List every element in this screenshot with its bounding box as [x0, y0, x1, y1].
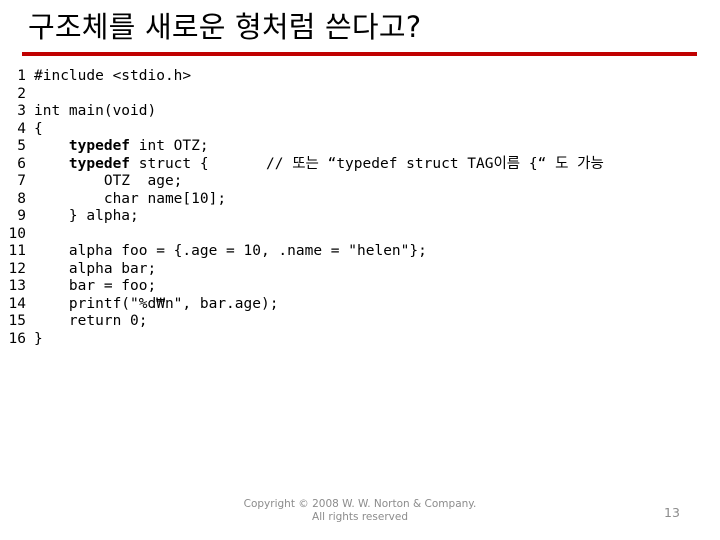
code-line: 6 typedef struct { // 또는 “typedef struct … — [0, 156, 720, 174]
code-line-text: char name[10]; — [34, 190, 227, 207]
footer-rights: All rights reserved — [312, 511, 408, 523]
code-line-number: 7 — [17, 173, 26, 189]
code-line-text: return 0; — [34, 313, 148, 329]
code-line-number: 12 — [8, 260, 26, 277]
code-line: 9 } alpha; — [0, 208, 720, 226]
code-line-remainder: int OTZ; — [130, 138, 209, 154]
code-line: 14 printf("%d₩n", bar.age); — [0, 296, 720, 314]
slide-canvas: 구조체를 새로운 형처럼 쓴다고? 1 #include <stdio.h> 2 3 i… — [0, 0, 720, 540]
code-line-number: 4 — [17, 120, 26, 137]
code-line: 16} — [0, 331, 720, 349]
code-line-number: 13 — [8, 278, 26, 294]
code-line-remainder: struct { — [130, 155, 209, 172]
code-line-number: 14 — [8, 295, 26, 312]
code-line-text: printf("%d₩n", bar.age); — [34, 295, 279, 312]
code-line: 1 #include <stdio.h> — [0, 68, 720, 86]
code-line: 5 typedef int OTZ; — [0, 138, 720, 156]
code-line: 11 alpha foo = {.age = 10, .name = "hele… — [0, 243, 720, 261]
code-comment: // 또는 “typedef struct TAG이름 {“ 도 가능 — [266, 155, 604, 172]
code-line-number: 1 — [17, 68, 26, 84]
code-line: 15 return 0; — [0, 313, 720, 331]
page-number: 13 — [664, 505, 680, 520]
code-line-text: bar = foo; — [34, 278, 157, 294]
code-line-text: #include <stdio.h> — [34, 68, 192, 84]
footer-copyright: Copyright © 2008 W. W. Norton & Company. — [243, 498, 477, 510]
code-line: 10 — [0, 226, 720, 244]
code-line-number: 3 — [17, 103, 26, 119]
code-line-text: alpha bar; — [34, 260, 157, 277]
code-line: 4{ — [0, 121, 720, 139]
code-line-text: } alpha; — [34, 208, 139, 224]
code-line-number: 5 — [17, 138, 26, 154]
footer: Copyright © 2008 W. W. Norton & Company.… — [0, 498, 720, 524]
code-line: 8 char name[10]; — [0, 191, 720, 209]
code-line: 3 int main(void) — [0, 103, 720, 121]
code-line-text: OTZ age; — [34, 173, 183, 189]
code-line-number: 9 — [17, 208, 26, 224]
code-line-number: 2 — [17, 85, 26, 102]
title-block: 구조체를 새로운 형처럼 쓴다고? — [0, 8, 720, 52]
code-line-number: 15 — [8, 313, 26, 329]
code-keyword: typedef — [68, 138, 131, 154]
code-listing: 1 #include <stdio.h> 2 3 int main(void) 4{5 t… — [0, 68, 720, 348]
code-line: 2 — [0, 86, 720, 104]
code-line-text: } — [34, 330, 43, 347]
code-line-number: 16 — [8, 330, 26, 347]
code-line: 12 alpha bar; — [0, 261, 720, 279]
code-line-number: 8 — [17, 190, 26, 207]
code-line-number: 6 — [17, 155, 26, 172]
page-title: 구조체를 새로운 형처럼 쓴다고? — [28, 10, 422, 44]
code-line-text: alpha foo = {.age = 10, .name = "helen"}… — [34, 243, 427, 259]
code-keyword: typedef — [68, 155, 131, 172]
code-line-text: { — [34, 120, 43, 137]
title-underline-rule — [22, 52, 697, 56]
code-line: 7 OTZ age; — [0, 173, 720, 191]
code-line-number: 10 — [8, 225, 26, 242]
code-line-text: typedef struct { — [34, 156, 209, 174]
code-line: 13 bar = foo; — [0, 278, 720, 296]
code-line-number: 11 — [8, 243, 26, 259]
code-line-text: int main(void) — [34, 103, 157, 119]
code-line-text: typedef int OTZ; — [34, 138, 209, 156]
